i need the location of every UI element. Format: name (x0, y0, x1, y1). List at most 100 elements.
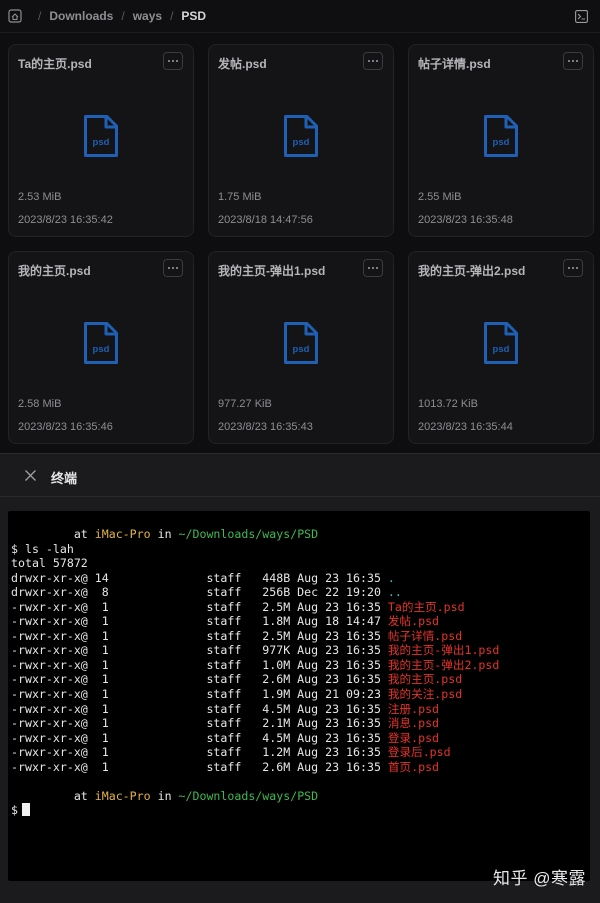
svg-text:psd: psd (493, 344, 510, 355)
psd-file-icon: psd (284, 115, 318, 157)
listing-meta: -rwxr-xr-x@ 1 staff 4.5M Aug 23 16:35 (11, 701, 388, 716)
file-name: 我的主页.psd (18, 264, 91, 278)
breadcrumb-separator: / (121, 9, 125, 23)
listing-meta: -rwxr-xr-x@ 1 staff 977K Aug 23 16:35 (11, 643, 388, 658)
terminal-listing-row: -rwxr-xr-x@ 1 staff 4.5M Aug 23 16:35 注册… (11, 702, 590, 717)
close-icon[interactable] (24, 469, 37, 482)
prompt-path: ~/Downloads/ways/PSD (178, 788, 319, 803)
terminal-output[interactable]: at iMac-Pro in ~/Downloads/ways/PSD $ ls … (8, 511, 590, 881)
listing-name: 发帖.psd (387, 614, 440, 629)
file-card-1[interactable]: 发帖.psd psd 1.75 MiB 2023/8/18 14:47:56 (208, 44, 394, 237)
breadcrumb-separator: / (38, 9, 42, 23)
listing-meta: -rwxr-xr-x@ 1 staff 1.9M Aug 21 09:23 (11, 687, 388, 702)
terminal-listing-row: -rwxr-xr-x@ 1 staff 2.5M Aug 23 16:35 Ta… (11, 600, 590, 615)
total-text: total 57872 (11, 556, 88, 571)
terminal-listing-row: -rwxr-xr-x@ 1 staff 1.8M Aug 18 14:47 发帖… (11, 614, 590, 629)
listing-meta: -rwxr-xr-x@ 1 staff 4.5M Aug 23 16:35 (11, 730, 388, 745)
svg-text:psd: psd (293, 344, 310, 355)
terminal-listing-row: -rwxr-xr-x@ 1 staff 977K Aug 23 16:35 我的… (11, 643, 590, 658)
home-icon[interactable] (8, 9, 22, 23)
psd-file-icon: psd (84, 115, 118, 157)
terminal-listing-row: -rwxr-xr-x@ 1 staff 2.1M Aug 23 16:35 消息… (11, 716, 590, 731)
file-name: 我的主页-弹出2.psd (418, 264, 526, 278)
terminal-listing-row: -rwxr-xr-x@ 1 staff 2.5M Aug 23 16:35 帖子… (11, 629, 590, 644)
breadcrumb-separator: / (170, 9, 174, 23)
psd-file-icon: psd (284, 322, 318, 364)
listing-name: .. (387, 585, 402, 600)
terminal-total: total 57872 (11, 556, 590, 571)
file-name: 帖子详情.psd (418, 57, 491, 71)
breadcrumb: / Downloads / ways / PSD (8, 9, 206, 23)
terminal-listing-row: -rwxr-xr-x@ 1 staff 1.9M Aug 21 09:23 我的… (11, 687, 590, 702)
terminal-header: 终端 (0, 453, 600, 497)
terminal-listing-row: -rwxr-xr-x@ 1 staff 1.2M Aug 23 16:35 登录… (11, 745, 590, 760)
prompt-host: iMac-Pro (94, 527, 151, 541)
listing-name: 帖子详情.psd (387, 628, 463, 643)
listing-meta: -rwxr-xr-x@ 1 staff 2.5M Aug 23 16:35 (11, 599, 388, 614)
breadcrumb-bar: / Downloads / ways / PSD (0, 0, 600, 33)
terminal-listing-row: drwxr-xr-x@ 8 staff 256B Dec 22 19:20 .. (11, 585, 590, 600)
terminal-listing-row: -rwxr-xr-x@ 1 staff 4.5M Aug 23 16:35 登录… (11, 731, 590, 746)
file-modified-date: 2023/8/18 14:47:56 (218, 214, 313, 226)
svg-text:psd: psd (493, 137, 510, 148)
listing-name: 我的主页-弹出2.psd (387, 657, 500, 672)
file-modified-date: 2023/8/23 16:35:48 (418, 214, 513, 226)
prompt-host: iMac-Pro (94, 788, 151, 803)
prompt-at: at (11, 527, 95, 541)
more-icon[interactable] (563, 259, 583, 277)
listing-meta: -rwxr-xr-x@ 1 staff 1.8M Aug 18 14:47 (11, 614, 388, 629)
listing-name: 登录后.psd (387, 745, 451, 760)
terminal-prompt-line: at iMac-Pro in ~/Downloads/ways/PSD (11, 789, 590, 804)
file-name: Ta的主页.psd (18, 57, 92, 71)
command-text: $ ls -lah (11, 541, 74, 556)
prompt-in: in (150, 527, 179, 541)
file-card-4[interactable]: 我的主页-弹出1.psd psd 977.27 KiB 2023/8/23 16… (208, 251, 394, 444)
svg-text:psd: psd (293, 137, 310, 148)
file-modified-date: 2023/8/23 16:35:44 (418, 421, 513, 433)
psd-file-icon: psd (484, 115, 518, 157)
psd-file-icon: psd (484, 322, 518, 364)
more-icon[interactable] (563, 52, 583, 70)
terminal-cursor (21, 803, 30, 817)
listing-meta: -rwxr-xr-x@ 1 staff 1.2M Aug 23 16:35 (11, 745, 388, 760)
more-icon[interactable] (363, 259, 383, 277)
psd-file-icon: psd (84, 322, 118, 364)
breadcrumb-item-ways[interactable]: ways (133, 9, 162, 23)
listing-name: . (387, 570, 395, 585)
more-icon[interactable] (163, 52, 183, 70)
more-icon[interactable] (363, 52, 383, 70)
file-card-0[interactable]: Ta的主页.psd psd 2.53 MiB 2023/8/23 16:35:4… (8, 44, 194, 237)
breadcrumb-item-downloads[interactable]: Downloads (49, 9, 113, 23)
file-modified-date: 2023/8/23 16:35:46 (18, 421, 113, 433)
listing-name: 我的关注.psd (387, 687, 463, 702)
listing-meta: drwxr-xr-x@ 14 staff 448B Aug 23 16:35 (11, 570, 388, 585)
file-card-3[interactable]: 我的主页.psd psd 2.58 MiB 2023/8/23 16:35:46 (8, 251, 194, 444)
listing-meta: -rwxr-xr-x@ 1 staff 1.0M Aug 23 16:35 (11, 657, 388, 672)
listing-name: Ta的主页.psd (387, 599, 465, 614)
file-name: 我的主页-弹出1.psd (218, 264, 326, 278)
terminal-icon[interactable] (575, 10, 588, 23)
listing-name: 登录.psd (387, 730, 440, 745)
watermark: 知乎 @寒露 (493, 869, 586, 888)
file-card-2[interactable]: 帖子详情.psd psd 2.55 MiB 2023/8/23 16:35:48 (408, 44, 594, 237)
terminal-listing-row: drwxr-xr-x@ 14 staff 448B Aug 23 16:35 . (11, 571, 590, 586)
listing-meta: -rwxr-xr-x@ 1 staff 2.6M Aug 23 16:35 (11, 759, 388, 774)
listing-name: 我的主页.psd (387, 672, 463, 687)
svg-text:psd: psd (93, 344, 110, 355)
breadcrumb-item-psd[interactable]: PSD (181, 9, 206, 23)
listing-name: 消息.psd (387, 716, 440, 731)
file-card-5[interactable]: 我的主页-弹出2.psd psd 1013.72 KiB 2023/8/23 1… (408, 251, 594, 444)
more-icon[interactable] (163, 259, 183, 277)
file-modified-date: 2023/8/23 16:35:42 (18, 214, 113, 226)
file-size: 1.75 MiB (218, 191, 262, 203)
listing-name: 注册.psd (387, 701, 440, 716)
file-name: 发帖.psd (218, 57, 267, 71)
file-size: 2.58 MiB (18, 398, 62, 410)
listing-meta: -rwxr-xr-x@ 1 staff 2.6M Aug 23 16:35 (11, 672, 388, 687)
listing-meta: -rwxr-xr-x@ 1 staff 2.5M Aug 23 16:35 (11, 628, 388, 643)
terminal-listing-row: -rwxr-xr-x@ 1 staff 2.6M Aug 23 16:35 首页… (11, 760, 590, 775)
terminal-listing-row: -rwxr-xr-x@ 1 staff 2.6M Aug 23 16:35 我的… (11, 672, 590, 687)
listing-name: 首页.psd (387, 759, 440, 774)
file-size: 2.53 MiB (18, 191, 62, 203)
